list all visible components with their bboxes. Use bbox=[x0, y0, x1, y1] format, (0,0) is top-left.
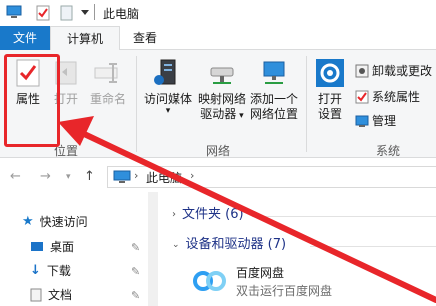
breadcrumb-chevron-icon[interactable]: › bbox=[134, 169, 138, 182]
document-icon bbox=[30, 288, 42, 302]
baidu-netdisk-icon[interactable] bbox=[192, 266, 228, 296]
back-arrow-icon[interactable]: ← bbox=[10, 169, 21, 184]
uninstall-icon bbox=[355, 64, 369, 78]
settings-gear-icon bbox=[316, 59, 344, 87]
open-settings-label-2: 设置 bbox=[317, 107, 342, 121]
network-group-label: 网络 bbox=[206, 144, 231, 158]
section-divider bbox=[310, 246, 436, 247]
map-drive-label-1: 映射网络 bbox=[197, 92, 246, 106]
chevron-down-icon: ⌄ bbox=[172, 240, 180, 250]
nav-downloads-label: 下载 bbox=[46, 264, 71, 278]
rename-button[interactable]: 重命名 bbox=[86, 58, 130, 107]
access-media-button[interactable]: 访问媒体 ▾ bbox=[141, 58, 195, 116]
folders-section-header[interactable]: › 文件夹 (6) bbox=[172, 204, 244, 226]
rename-label: 重命名 bbox=[89, 92, 126, 106]
title-bar: 此电脑 bbox=[0, 0, 436, 26]
forward-arrow-icon[interactable]: → bbox=[40, 169, 51, 184]
tab-file[interactable]: 文件 bbox=[0, 26, 50, 50]
access-media-dropdown-icon: ▾ bbox=[165, 106, 171, 116]
star-icon: ★ bbox=[22, 214, 34, 229]
map-drive-dropdown-icon: ▾ bbox=[236, 111, 244, 121]
manage-item[interactable]: 管理 bbox=[355, 112, 396, 130]
manage-label: 管理 bbox=[372, 114, 397, 128]
add-network-location-button[interactable]: 添加一个 网络位置 bbox=[248, 58, 300, 122]
network-location-icon bbox=[263, 61, 285, 84]
window-title: 此电脑 bbox=[103, 7, 140, 21]
network-drive-icon bbox=[210, 67, 234, 84]
access-media-label: 访问媒体 bbox=[143, 92, 192, 106]
open-settings-label-1: 打开 bbox=[317, 92, 342, 106]
address-path[interactable]: 此电脑 bbox=[146, 169, 182, 186]
group-separator bbox=[306, 56, 307, 152]
add-location-label-2: 网络位置 bbox=[249, 107, 298, 121]
quick-access-dropdown-icon[interactable] bbox=[80, 9, 90, 17]
computer-icon bbox=[113, 170, 131, 183]
uninstall-program-item[interactable]: 卸载或更改 bbox=[355, 62, 432, 80]
chevron-right-icon: › bbox=[172, 209, 176, 220]
download-icon: ↓ bbox=[30, 263, 41, 278]
title-separator bbox=[94, 4, 95, 20]
group-separator bbox=[136, 56, 137, 152]
map-drive-label-2: 驱动器 bbox=[200, 107, 237, 121]
manage-icon bbox=[355, 115, 369, 127]
ribbon-panel: 属性 打开 重命名 位置 访问媒体 ▾ 映射网络 驱动器 ▾ 添加一个 网络位置… bbox=[0, 50, 436, 158]
navigation-pane: ★ 快速访问 桌面 ✎ ↓ 下载 ✎ 文档 ✎ bbox=[0, 192, 160, 306]
new-folder-quick-icon[interactable] bbox=[60, 5, 74, 21]
uninstall-label: 卸载或更改 bbox=[372, 64, 433, 78]
drive-subtitle: 双击运行百度网盘 bbox=[236, 284, 333, 298]
properties-quick-icon[interactable] bbox=[36, 5, 50, 21]
map-drive-button[interactable]: 映射网络 驱动器 ▾ bbox=[194, 58, 250, 124]
desktop-icon bbox=[31, 242, 43, 251]
nav-desktop-label: 桌面 bbox=[50, 240, 75, 254]
computer-icon bbox=[6, 5, 22, 18]
recent-locations-icon[interactable]: ▾ bbox=[66, 172, 71, 182]
ribbon-tabs: 文件 计算机 查看 bbox=[0, 26, 436, 51]
system-properties-item[interactable]: 系统属性 bbox=[355, 88, 420, 106]
nav-documents-label: 文档 bbox=[48, 288, 73, 302]
breadcrumb-chevron-icon[interactable]: › bbox=[190, 169, 194, 182]
section-divider bbox=[252, 216, 436, 217]
nav-pane-scrollbar[interactable] bbox=[148, 192, 158, 306]
devices-header-label: 设备和驱动器 (7) bbox=[185, 237, 287, 252]
highlight-box bbox=[4, 54, 60, 147]
drive-name[interactable]: 百度网盘 bbox=[236, 264, 284, 281]
system-group-label: 系统 bbox=[376, 144, 401, 158]
pin-icon[interactable]: ✎ bbox=[131, 289, 140, 302]
system-properties-icon bbox=[355, 90, 369, 104]
folders-header-label: 文件夹 (6) bbox=[182, 207, 244, 222]
up-arrow-icon[interactable]: ↑ bbox=[84, 169, 95, 184]
media-server-icon bbox=[154, 59, 176, 85]
add-location-label-1: 添加一个 bbox=[249, 92, 298, 106]
open-settings-button[interactable]: 打开 设置 bbox=[312, 58, 348, 122]
devices-section-header[interactable]: ⌄ 设备和驱动器 (7) bbox=[172, 234, 286, 256]
rename-icon bbox=[94, 63, 118, 83]
tab-view[interactable]: 查看 bbox=[120, 26, 170, 51]
pin-icon[interactable]: ✎ bbox=[131, 265, 140, 278]
system-properties-label: 系统属性 bbox=[372, 90, 421, 104]
nav-quick-access[interactable]: ★ 快速访问 bbox=[22, 212, 144, 232]
tab-computer[interactable]: 计算机 bbox=[50, 26, 120, 51]
nav-quick-access-label: 快速访问 bbox=[39, 215, 88, 229]
pin-icon[interactable]: ✎ bbox=[131, 241, 140, 254]
